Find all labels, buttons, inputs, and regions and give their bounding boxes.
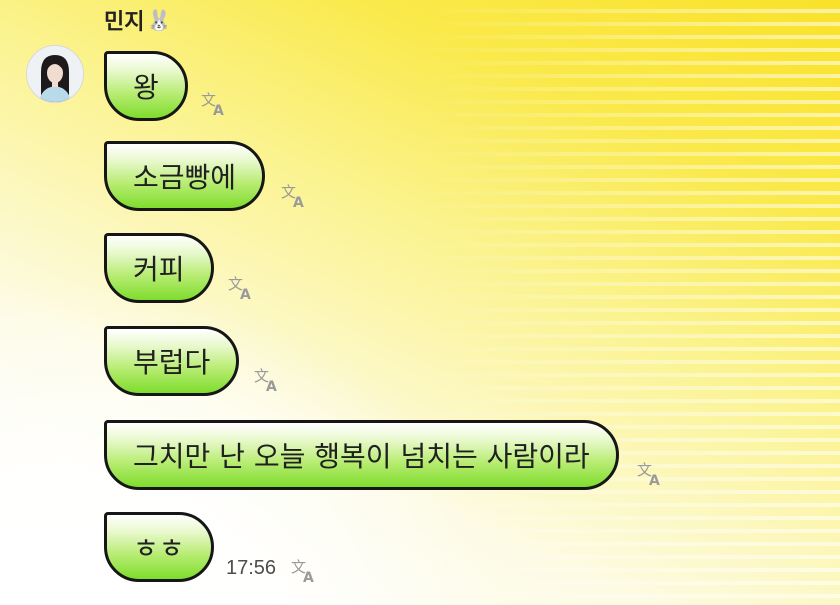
- message-bubble[interactable]: 왕: [104, 51, 188, 121]
- message-timestamp: 17:56: [226, 557, 277, 579]
- translate-icon[interactable]: 文 A: [290, 555, 320, 585]
- message-text: 소금빵에: [133, 161, 237, 194]
- translate-icon[interactable]: 文 A: [280, 180, 310, 210]
- translate-icon[interactable]: 文 A: [253, 364, 283, 394]
- rabbit-emoji-icon: 🐰: [146, 8, 172, 32]
- sender-name-label: 민지 🐰: [104, 4, 171, 36]
- background-stripes: [420, 0, 840, 605]
- avatar-portrait-icon: [27, 46, 83, 102]
- message-bubble[interactable]: ㅎㅎ: [104, 512, 214, 582]
- svg-text:A: A: [213, 103, 224, 118]
- message-text: 부럽다: [133, 346, 211, 379]
- message-bubble[interactable]: 그치만 난 오늘 행복이 넘치는 사람이라: [104, 420, 619, 490]
- translate-icon[interactable]: 文 A: [227, 272, 257, 302]
- svg-text:A: A: [303, 570, 314, 585]
- message-bubble[interactable]: 소금빵에: [104, 141, 266, 211]
- message-text: ㅎㅎ: [133, 532, 185, 565]
- svg-text:A: A: [240, 287, 251, 302]
- message-text: 그치만 난 오늘 행복이 넘치는 사람이라: [133, 440, 590, 473]
- svg-text:A: A: [649, 473, 660, 488]
- sender-name-text: 민지: [104, 10, 145, 35]
- translate-icon[interactable]: 文 A: [200, 88, 230, 118]
- sender-avatar[interactable]: [26, 45, 84, 103]
- message-bubble[interactable]: 부럽다: [104, 326, 240, 396]
- message-bubble[interactable]: 커피: [104, 233, 214, 303]
- translate-icon[interactable]: 文 A: [636, 458, 666, 488]
- message-text: 왕: [133, 71, 159, 104]
- svg-text:A: A: [266, 379, 277, 394]
- message-text: 커피: [133, 253, 185, 286]
- svg-text:A: A: [293, 195, 304, 210]
